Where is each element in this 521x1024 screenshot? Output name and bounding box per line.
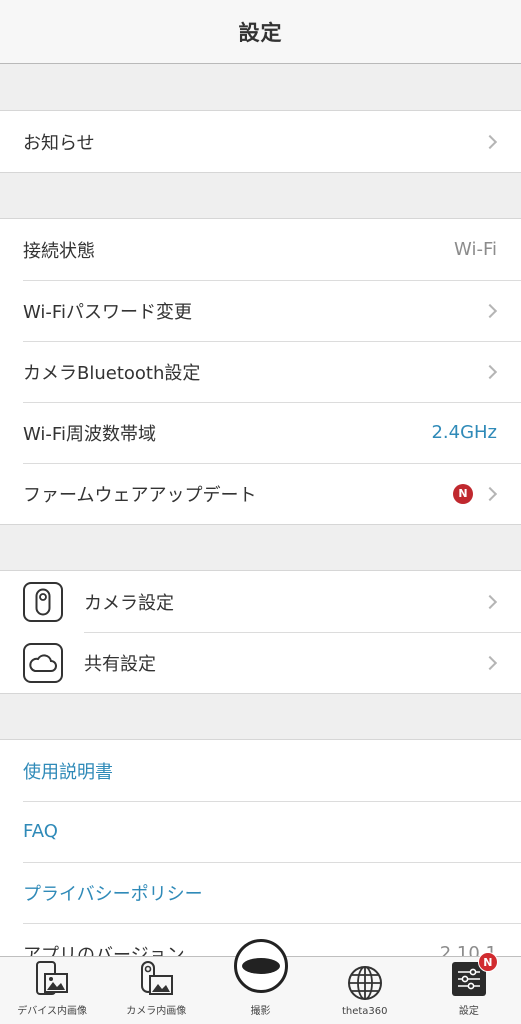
tab-capture[interactable]: 撮影 (208, 939, 312, 1024)
cloud-icon (23, 642, 63, 683)
firmware-update-label: ファームウェアアップデート (23, 484, 257, 506)
share-settings-row[interactable]: 共有設定 (0, 632, 521, 693)
chevron-right-icon (482, 594, 498, 609)
tab-label: デバイス内画像 (17, 1006, 87, 1017)
tab-label: カメラ内画像 (126, 1006, 187, 1017)
chevron-right-icon (482, 486, 498, 501)
bluetooth-row[interactable]: カメラBluetooth設定 (0, 341, 521, 402)
tab-settings[interactable]: N 設定 (417, 952, 521, 1024)
manual-row[interactable]: 使用説明書 (0, 740, 521, 801)
privacy-policy-link[interactable]: プライバシーポリシー (23, 880, 499, 906)
camera-share-group: カメラ設定 共有設定 (0, 570, 521, 694)
news-label: お知らせ (23, 132, 95, 154)
firmware-update-row[interactable]: ファームウェアアップデート N (0, 463, 521, 524)
chevron-right-icon (482, 134, 498, 149)
chevron-right-icon (482, 303, 498, 318)
wifi-band-value: 2.4GHz (431, 422, 497, 443)
connection-status-value: Wi-Fi (454, 239, 497, 260)
page-title: 設定 (238, 20, 283, 45)
bluetooth-label: カメラBluetooth設定 (23, 362, 201, 384)
navigation-bar: 設定 (0, 0, 521, 64)
connection-status-label: 接続状態 (23, 240, 95, 262)
camera-icon (23, 581, 63, 622)
shutter-icon[interactable] (233, 939, 288, 993)
manual-link[interactable]: 使用説明書 (23, 758, 499, 784)
faq-row[interactable]: FAQ (0, 801, 521, 862)
tab-label: theta360 (341, 1006, 388, 1017)
camera-settings-label: カメラ設定 (84, 592, 174, 614)
wifi-password-label: Wi-Fiパスワード変更 (23, 301, 192, 323)
device-images-icon (33, 959, 71, 999)
tab-theta360[interactable]: theta360 (313, 957, 417, 1024)
connection-status-row: 接続状態 Wi-Fi (0, 219, 521, 280)
camera-settings-row[interactable]: カメラ設定 (0, 571, 521, 632)
wifi-band-label: Wi-Fi周波数帯域 (23, 423, 156, 445)
chevron-right-icon (482, 364, 498, 379)
connection-group: 接続状態 Wi-Fi Wi-Fiパスワード変更 カメラBluetooth設定 W… (0, 218, 521, 525)
new-badge: N (453, 483, 473, 504)
tab-bar: デバイス内画像 カメラ内画像 撮影 theta360 N 設定 (0, 939, 521, 1024)
privacy-row[interactable]: プライバシーポリシー (0, 862, 521, 923)
share-settings-label: 共有設定 (84, 653, 156, 675)
news-row[interactable]: お知らせ (0, 111, 521, 172)
settings-sliders-icon: N (451, 952, 498, 996)
new-badge: N (477, 952, 498, 972)
tab-label: 撮影 (250, 1006, 271, 1017)
tab-device-images[interactable]: デバイス内画像 (0, 957, 104, 1024)
news-group: お知らせ (0, 110, 521, 173)
settings-list: お知らせ 接続状態 Wi-Fi Wi-Fiパスワード変更 カメラBluetoot… (0, 65, 521, 985)
faq-link[interactable]: FAQ (23, 821, 499, 842)
chevron-right-icon (482, 655, 498, 670)
camera-images-icon (137, 959, 175, 999)
wifi-password-row[interactable]: Wi-Fiパスワード変更 (0, 280, 521, 341)
tab-camera-images[interactable]: カメラ内画像 (104, 957, 208, 1024)
tab-label: 設定 (458, 1006, 479, 1017)
wifi-band-row[interactable]: Wi-Fi周波数帯域 2.4GHz (0, 402, 521, 463)
globe-icon (347, 963, 383, 1003)
